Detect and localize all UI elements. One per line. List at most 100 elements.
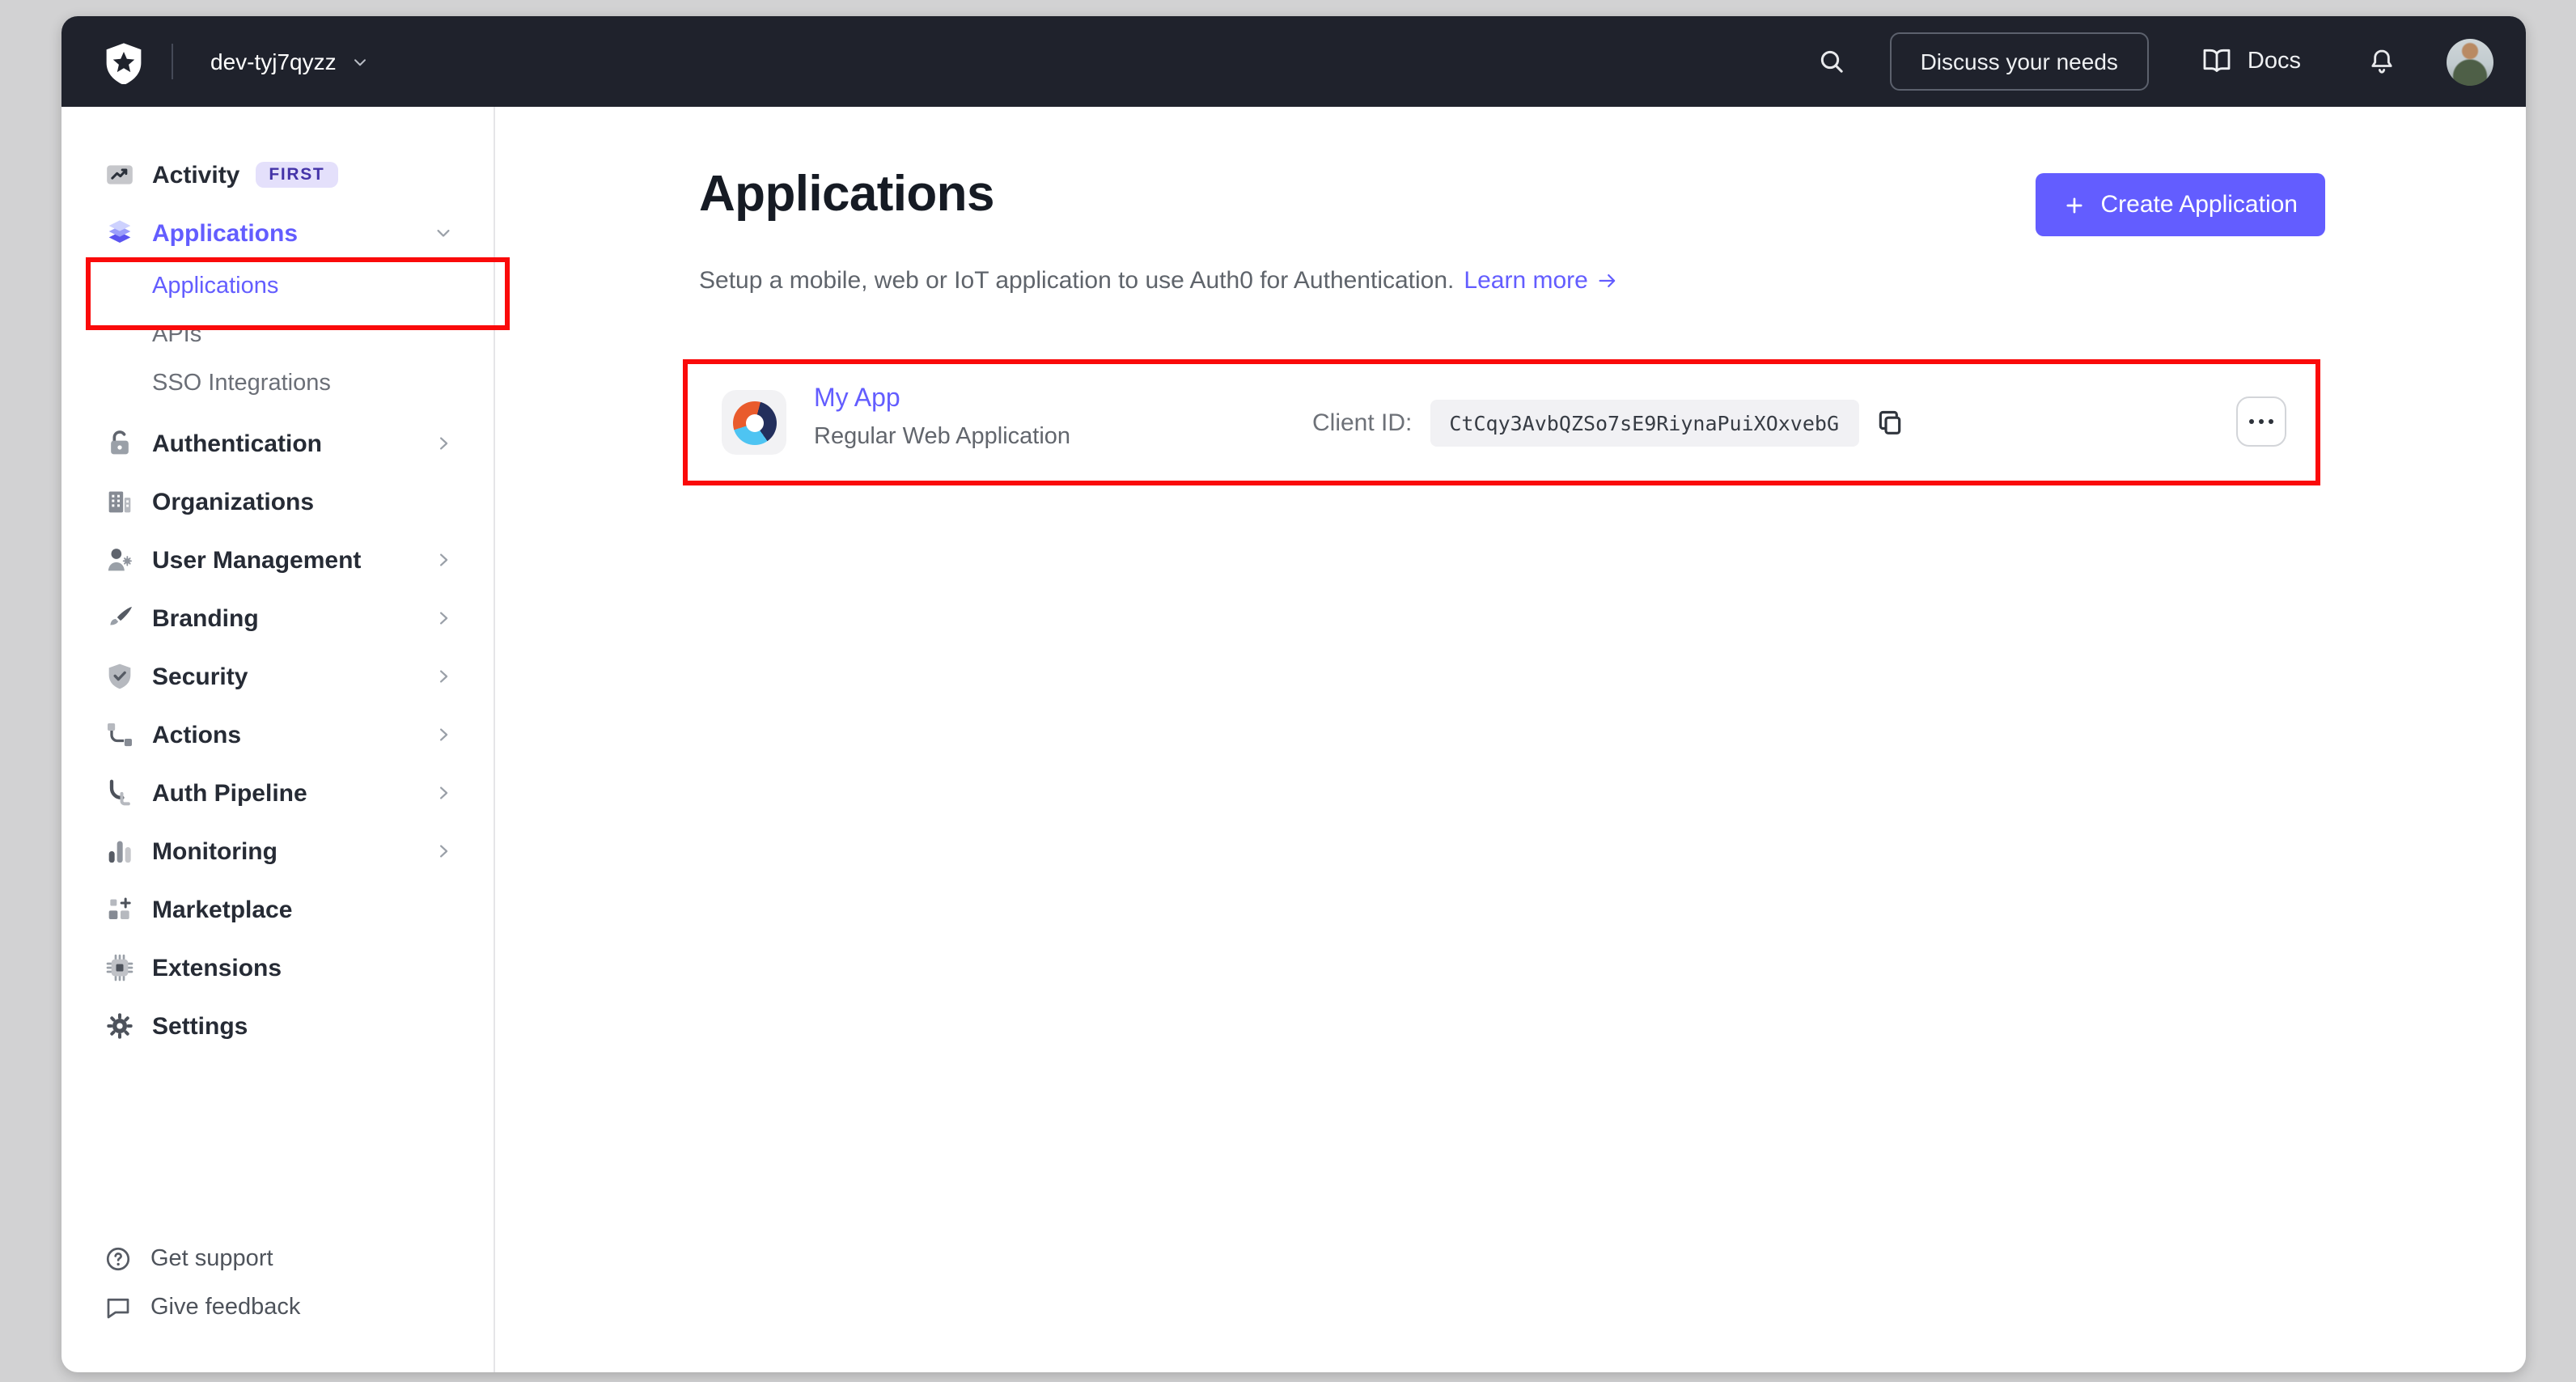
user-avatar[interactable]	[2447, 38, 2493, 85]
nav-item-label: Applications	[152, 219, 299, 247]
app-window: dev-tyj7qyzz Discuss your needs Docs Act…	[61, 16, 2526, 1372]
bell-icon[interactable]	[2366, 45, 2398, 78]
flow-icon	[104, 719, 136, 751]
nav-item-label: Settings	[152, 1012, 248, 1040]
sidebar-item-monitoring[interactable]: Monitoring	[61, 822, 494, 880]
learn-more-link[interactable]: Learn more	[1464, 267, 1620, 295]
chevron-down-icon	[432, 222, 455, 244]
main-content: Applications Create Application Setup a …	[495, 107, 2526, 1372]
sidebar-item-auth-pipeline[interactable]: Auth Pipeline	[61, 764, 494, 822]
pipeline-icon	[104, 777, 136, 809]
chip-icon	[104, 952, 136, 984]
nav-item-label: APIs	[152, 322, 202, 348]
client-id-group: Client ID: CtCqy3AvbQZSo7sE9RiynaPuiXOxv…	[1312, 364, 1905, 481]
sidebar: Activity FIRST Applications Applications API…	[61, 107, 495, 1372]
sidebar-item-organizations[interactable]: Organizations	[61, 473, 494, 531]
chevron-right-icon	[432, 549, 455, 571]
plus-icon	[2064, 193, 2087, 216]
topbar: dev-tyj7qyzz Discuss your needs Docs	[61, 16, 2526, 107]
auth0-logo-icon[interactable]	[102, 40, 146, 83]
body-row: Activity FIRST Applications Applications API…	[61, 107, 2526, 1372]
sidebar-subitem-sso-integrations[interactable]: SSO Integrations	[61, 359, 494, 408]
create-application-label: Create Application	[2100, 191, 2298, 218]
chat-bubble-icon	[104, 1293, 133, 1322]
topbar-actions: Discuss your needs Docs	[1815, 32, 2493, 91]
nav-item-label: Authentication	[152, 430, 322, 457]
learn-more-label: Learn more	[1464, 267, 1588, 295]
sidebar-subitem-apis[interactable]: APIs	[61, 311, 494, 359]
nav-item-label: Applications	[152, 273, 279, 299]
docs-label: Docs	[2247, 49, 2301, 74]
footer-item-label: Give feedback	[150, 1295, 301, 1321]
chevron-right-icon	[432, 782, 455, 804]
lock-icon	[104, 427, 136, 460]
sidebar-footer: Get support Give feedback	[61, 1235, 494, 1372]
chevron-down-icon	[350, 51, 371, 72]
user-gear-icon	[104, 544, 136, 576]
building-icon	[104, 485, 136, 518]
sidebar-item-settings[interactable]: Settings	[61, 997, 494, 1055]
search-icon[interactable]	[1815, 45, 1848, 78]
ellipsis-dot	[2268, 418, 2274, 425]
layers-icon	[104, 217, 136, 249]
nav-item-label: Monitoring	[152, 837, 278, 865]
app-logo-tile	[722, 390, 786, 455]
app-donut-icon	[732, 401, 776, 444]
topbar-divider	[172, 44, 173, 79]
nav-item-label: Auth Pipeline	[152, 779, 307, 807]
chevron-right-icon	[432, 723, 455, 746]
nav-item-label: Branding	[152, 604, 259, 632]
nav-item-label: Security	[152, 663, 248, 690]
docs-link[interactable]: Docs	[2201, 45, 2301, 78]
sidebar-item-branding[interactable]: Branding	[61, 589, 494, 647]
chevron-right-icon	[432, 432, 455, 455]
app-card-annotated: My App Regular Web Application Client ID…	[683, 359, 2320, 485]
sidebar-subitem-applications[interactable]: Applications	[61, 262, 494, 311]
bar-chart-icon	[104, 835, 136, 867]
help-circle-icon	[104, 1244, 133, 1274]
discuss-needs-button[interactable]: Discuss your needs	[1889, 32, 2149, 91]
sidebar-item-applications[interactable]: Applications	[61, 204, 494, 262]
client-id-label: Client ID:	[1312, 409, 1413, 436]
screen: dev-tyj7qyzz Discuss your needs Docs Act…	[0, 0, 2576, 1382]
client-id-value: CtCqy3AvbQZSo7sE9RiynaPuiXOxvebG	[1430, 399, 1859, 446]
app-name-link[interactable]: My App	[814, 385, 900, 414]
sidebar-item-activity[interactable]: Activity FIRST	[61, 146, 494, 204]
activity-icon	[104, 159, 136, 191]
sidebar-footer-give-feedback[interactable]: Give feedback	[104, 1283, 455, 1332]
sidebar-item-security[interactable]: Security	[61, 647, 494, 706]
paintbrush-icon	[104, 602, 136, 634]
sidebar-footer-get-support[interactable]: Get support	[104, 1235, 455, 1283]
sidebar-item-user-management[interactable]: User Management	[61, 531, 494, 589]
sidebar-item-marketplace[interactable]: Marketplace	[61, 880, 494, 939]
nav-item-label: SSO Integrations	[152, 371, 331, 396]
nav-item-label: User Management	[152, 546, 362, 574]
sidebar-item-actions[interactable]: Actions	[61, 706, 494, 764]
first-badge: FIRST	[256, 161, 338, 189]
copy-icon[interactable]	[1873, 406, 1905, 439]
book-icon	[2201, 45, 2233, 78]
chevron-right-icon	[432, 607, 455, 630]
gear-icon	[104, 1010, 136, 1042]
arrow-right-icon	[1596, 269, 1621, 293]
tenant-name: dev-tyj7qyzz	[210, 49, 337, 74]
shield-check-icon	[104, 660, 136, 693]
grid-plus-icon	[104, 893, 136, 926]
nav-item-label: Extensions	[152, 954, 282, 981]
nav-item-label: Actions	[152, 721, 242, 748]
app-type-label: Regular Web Application	[814, 424, 1071, 450]
sidebar-item-authentication[interactable]: Authentication	[61, 414, 494, 473]
nav-item-label: Activity	[152, 161, 240, 189]
page-subtitle: Setup a mobile, web or IoT application t…	[699, 267, 1621, 295]
tenant-switcher[interactable]: dev-tyj7qyzz	[201, 47, 380, 76]
subtitle-text: Setup a mobile, web or IoT application t…	[699, 267, 1455, 295]
sidebar-item-extensions[interactable]: Extensions	[61, 939, 494, 997]
create-application-button[interactable]: Create Application	[2036, 173, 2325, 236]
app-more-options-button[interactable]	[2236, 396, 2286, 447]
ellipsis-dot	[2248, 418, 2255, 425]
footer-item-label: Get support	[150, 1246, 273, 1272]
page-title: Applications	[699, 165, 994, 222]
sidebar-nav: Activity FIRST Applications Applications API…	[61, 146, 494, 1055]
nav-item-label: Organizations	[152, 488, 315, 515]
nav-item-label: Marketplace	[152, 896, 293, 923]
